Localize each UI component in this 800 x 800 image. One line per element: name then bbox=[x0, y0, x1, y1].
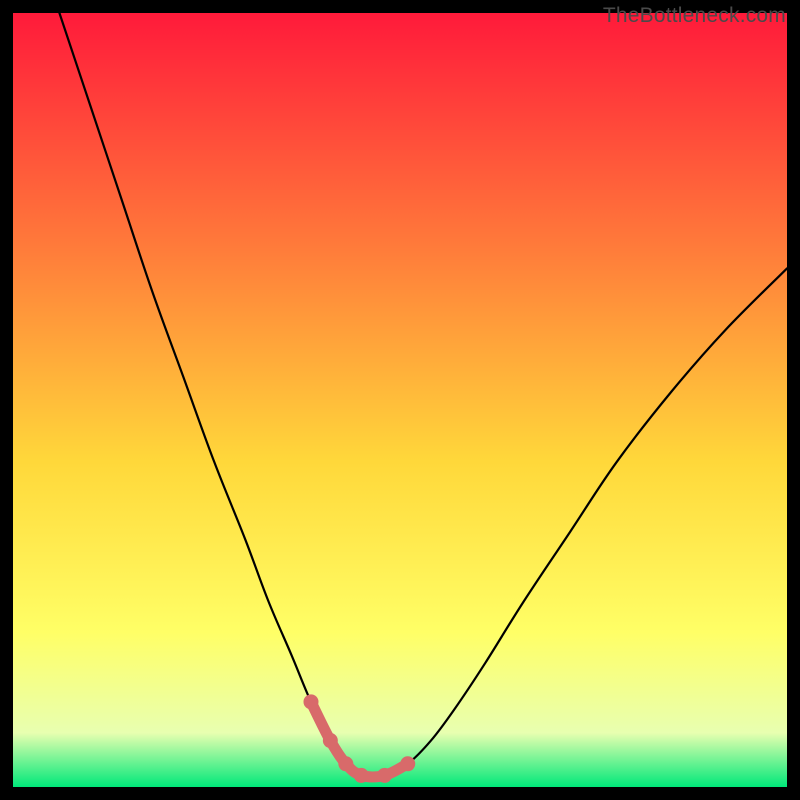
highlight-dot bbox=[303, 694, 318, 709]
highlight-dot bbox=[338, 756, 353, 771]
gradient-background bbox=[13, 13, 787, 787]
highlight-dot bbox=[354, 768, 369, 783]
watermark-text: TheBottleneck.com bbox=[603, 4, 786, 28]
highlight-dot bbox=[400, 756, 415, 771]
plot-area bbox=[13, 13, 787, 787]
highlight-dot bbox=[323, 733, 338, 748]
bottleneck-chart: TheBottleneck.com bbox=[0, 0, 800, 800]
chart-svg bbox=[13, 13, 787, 787]
highlight-dot bbox=[377, 768, 392, 783]
